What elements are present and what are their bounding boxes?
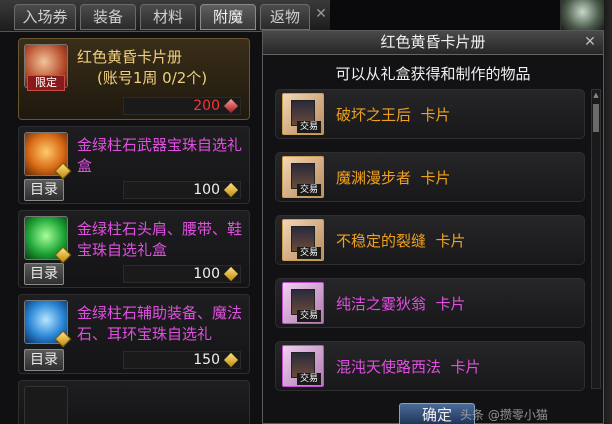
item-price: 100 [193, 266, 220, 282]
card-list-item[interactable]: 交易 破坏之王后 卡片 [275, 89, 585, 139]
scroll-thumb[interactable] [593, 104, 599, 132]
card-list-item[interactable]: 交易 魔渊漫步者 卡片 [275, 152, 585, 202]
gold-gem-currency-icon [223, 266, 239, 282]
gem-box-icon [24, 300, 72, 348]
gold-gem-currency-icon [223, 352, 239, 368]
catalog-button[interactable]: 目录 [24, 263, 64, 285]
catalog-button[interactable]: 目录 [24, 349, 64, 371]
tab-enchant[interactable]: 附魔 [200, 4, 256, 30]
ruby-currency-icon [223, 98, 239, 114]
card-icon: 交易 [282, 282, 324, 324]
item-price: 100 [193, 182, 220, 198]
shop-tab-bar: 入场券 装备 材料 附魔 返物 ✕ [0, 0, 330, 32]
shop-item-list: 限定 红色黄昏卡片册 (账号1周 0/2个) 200 金绿柱石武器宝珠自选礼盒 … [0, 32, 262, 424]
gold-gem-currency-icon [223, 182, 239, 198]
shop-item[interactable]: 金绿柱石头肩、腰带、鞋宝珠自选礼盒 目录 100 [18, 210, 250, 288]
popup-scrollbar[interactable]: ▲ [591, 89, 601, 389]
shop-item[interactable]: 限定 红色黄昏卡片册 (账号1周 0/2个) 200 [18, 38, 250, 120]
card-name: 魔渊漫步者 卡片 [336, 169, 451, 187]
gem-box-icon [24, 132, 72, 180]
card-name: 不稳定的裂缝 卡片 [336, 232, 466, 250]
card-icon: 交易 [282, 93, 324, 135]
card-list-item[interactable]: 交易 纯洁之霎狄翁 卡片 [275, 278, 585, 328]
price-box: 200 [123, 97, 241, 115]
tab-tickets[interactable]: 入场券 [14, 4, 76, 30]
tab-returns[interactable]: 返物 [260, 4, 310, 30]
limited-badge: 限定 [27, 75, 65, 91]
price-box: 150 [123, 351, 241, 369]
price-box: 100 [123, 265, 241, 283]
tab-materials[interactable]: 材料 [140, 4, 196, 30]
empty-slot-icon [24, 386, 68, 424]
price-box: 100 [123, 181, 241, 199]
trade-tag: 交易 [297, 121, 321, 133]
trade-tag: 交易 [297, 310, 321, 322]
card-name: 混沌天使路西法 卡片 [336, 358, 481, 376]
card-name: 破坏之王后 卡片 [336, 106, 451, 124]
trade-tag: 交易 [297, 247, 321, 259]
card-list-item[interactable]: 交易 不稳定的裂缝 卡片 [275, 215, 585, 265]
item-limit-text: (账号1周 0/2个) [97, 69, 208, 87]
item-name: 金绿柱石武器宝珠自选礼盒 [77, 136, 243, 175]
item-name: 红色黄昏卡片册 [77, 48, 183, 66]
shop-item[interactable]: 金绿柱石武器宝珠自选礼盒 目录 100 [18, 126, 250, 204]
card-icon: 交易 [282, 156, 324, 198]
shop-item[interactable]: 金绿柱石辅助装备、魔法石、耳环宝珠自选礼 目录 150 [18, 294, 250, 374]
trade-tag: 交易 [297, 373, 321, 385]
trade-tag: 交易 [297, 184, 321, 196]
popup-title: 红色黄昏卡片册 [263, 31, 603, 55]
popup-subtitle: 可以从礼盒获得和制作的物品 [335, 65, 531, 83]
card-list-item[interactable]: 交易 混沌天使路西法 卡片 [275, 341, 585, 391]
tab-equipment[interactable]: 装备 [80, 4, 136, 30]
catalog-button[interactable]: 目录 [24, 179, 64, 201]
scroll-up-icon[interactable]: ▲ [593, 91, 599, 99]
shop-item-empty [18, 380, 250, 424]
item-name: 金绿柱石辅助装备、魔法石、耳环宝珠自选礼 [77, 304, 243, 343]
close-icon[interactable]: ✕ [312, 6, 330, 28]
item-price: 150 [193, 352, 220, 368]
window-edge [604, 0, 612, 424]
gem-box-icon [24, 216, 72, 264]
card-icon: 交易 [282, 345, 324, 387]
card-icon: 交易 [282, 219, 324, 261]
item-name: 金绿柱石头肩、腰带、鞋宝珠自选礼盒 [77, 220, 243, 259]
watermark: 头条 @攒零小猫 [460, 408, 548, 422]
card-name: 纯洁之霎狄翁 卡片 [336, 295, 466, 313]
item-price: 200 [193, 98, 220, 114]
card-album-popup: 红色黄昏卡片册 ✕ 可以从礼盒获得和制作的物品 交易 破坏之王后 卡片 交易 魔… [262, 30, 604, 424]
close-icon[interactable]: ✕ [581, 34, 599, 52]
character-avatar [560, 0, 604, 30]
